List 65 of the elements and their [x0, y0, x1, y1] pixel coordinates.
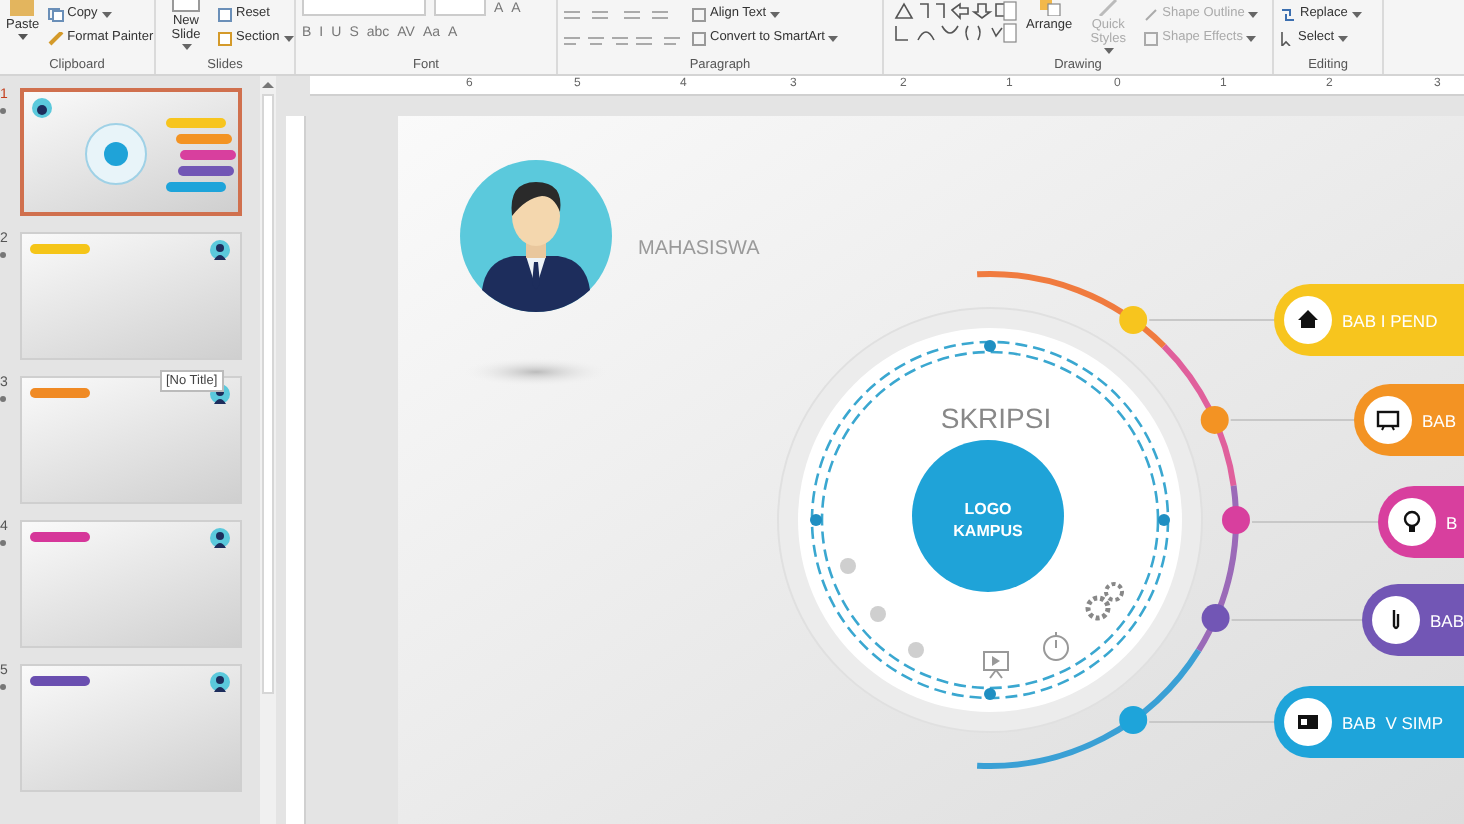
transition-icon: [0, 252, 6, 258]
section-icon: [218, 31, 232, 45]
chapter-label[interactable]: B: [1446, 513, 1458, 533]
clipboard-icon: [8, 0, 37, 16]
replace-icon: [1280, 7, 1296, 21]
student-label: MAHASISWA: [638, 238, 760, 260]
caret-icon: [1338, 35, 1349, 41]
house-icon: [1298, 310, 1318, 328]
align-text-icon: [692, 7, 706, 21]
transition-icon: [0, 540, 6, 546]
caret-icon: [1103, 48, 1114, 54]
brush-icon: [47, 31, 64, 45]
alignment-icons: [564, 36, 684, 50]
chapter-label[interactable]: BAB V SIMP: [1342, 713, 1444, 733]
cursor-icon: [1280, 31, 1294, 45]
ball-icon: [908, 642, 924, 658]
scrollbar[interactable]: [260, 76, 276, 824]
slide-thumbnail[interactable]: [20, 664, 242, 792]
effects-icon: [1144, 31, 1159, 45]
scrollbar-thumb[interactable]: [262, 94, 274, 694]
caret-icon: [1351, 11, 1362, 17]
caret-icon: [181, 44, 191, 50]
avatar-icon: [210, 240, 230, 260]
caret-icon: [828, 35, 839, 41]
slide-thumbnail[interactable]: [20, 376, 242, 504]
icon-circle: [1372, 596, 1420, 644]
presentation-icon: [983, 651, 1009, 679]
id-card-icon: [1298, 715, 1318, 729]
caret-icon: [283, 35, 294, 41]
presentation-icon: [1376, 410, 1400, 431]
slide-thumbnail[interactable]: [20, 232, 242, 360]
transition-icon: [0, 108, 6, 114]
reset-icon: [218, 7, 232, 21]
stopwatch-icon: [1043, 631, 1069, 661]
caret-icon: [1248, 11, 1259, 17]
avatar-icon: [210, 528, 230, 548]
chapter-label[interactable]: BAB: [1422, 411, 1457, 431]
logo-label: LOGO: [964, 500, 1012, 518]
font-size-field[interactable]: [434, 0, 486, 16]
scroll-up-icon[interactable]: [262, 80, 274, 90]
shapes-gallery[interactable]: [890, 0, 1018, 44]
font-name-field[interactable]: [302, 0, 426, 16]
leader-line: [1148, 319, 1275, 321]
caret-icon: [770, 11, 781, 17]
bulb-icon: [1403, 510, 1421, 532]
ball-icon: [870, 606, 886, 622]
paperclip-icon: [1392, 610, 1400, 629]
caret-icon: [1246, 35, 1257, 41]
chapter-label[interactable]: BAB: [1430, 611, 1464, 631]
transition-icon: [0, 396, 6, 402]
pen-icon: [1144, 7, 1159, 21]
logo-label: KAMPUS: [953, 522, 1023, 540]
copy-icon: [47, 7, 64, 21]
caret-icon: [101, 11, 112, 17]
avatar-icon: [210, 672, 230, 692]
gears-icon: [1085, 582, 1124, 621]
brush-icon: [1096, 0, 1121, 16]
thesis-title: SKRIPSI: [940, 402, 1052, 434]
transition-icon: [0, 684, 6, 690]
ball-icon: [840, 558, 856, 574]
icon-circle: [1388, 498, 1436, 546]
slide-thumbnail[interactable]: [20, 520, 242, 648]
icon-circle: [1364, 396, 1412, 444]
smartart-icon: [692, 31, 706, 45]
caret-icon: [17, 34, 28, 40]
